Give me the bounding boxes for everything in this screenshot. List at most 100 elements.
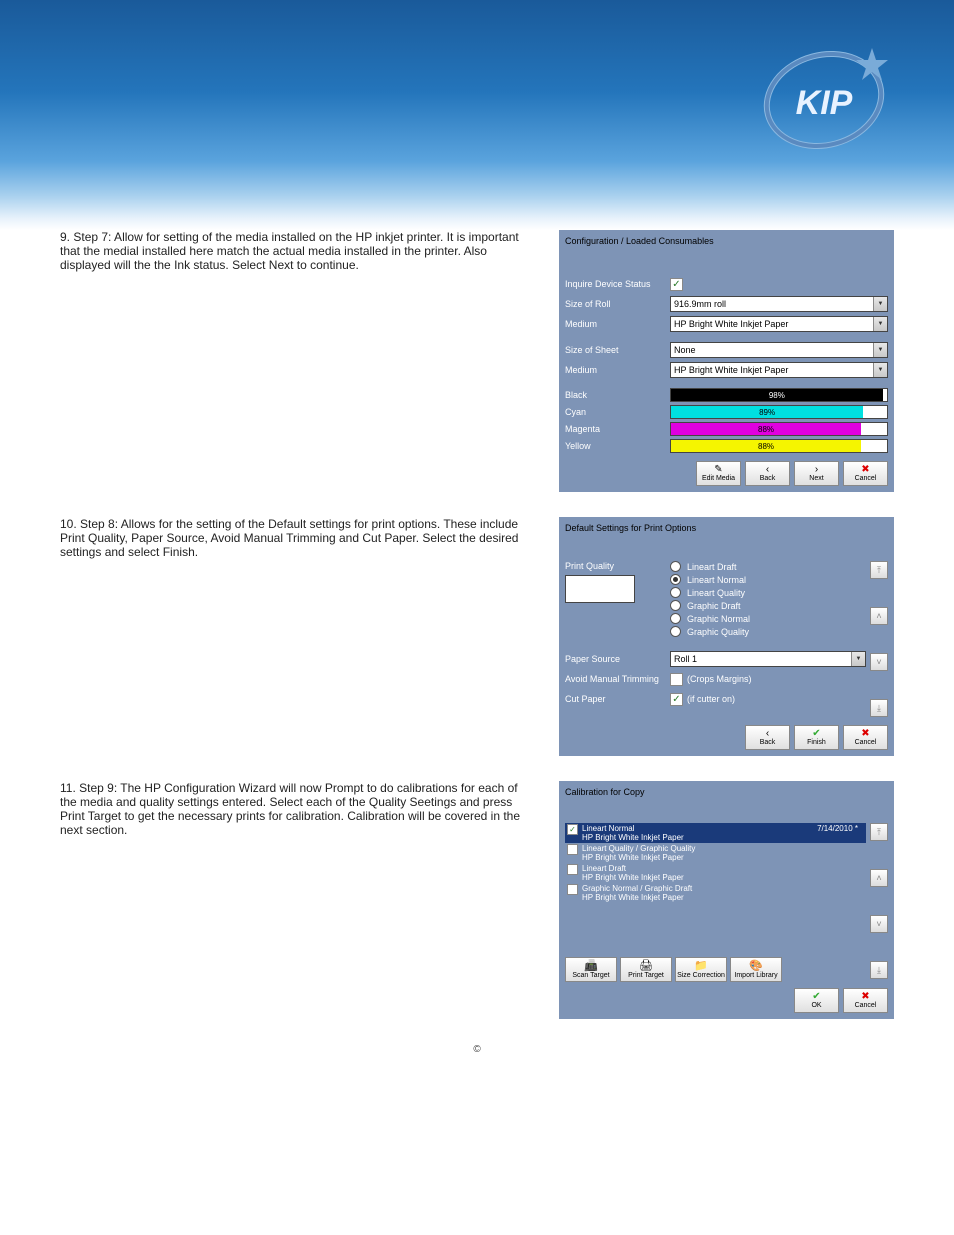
folder-icon: 📁: [694, 961, 708, 972]
avoid-trim-checkbox[interactable]: [670, 673, 683, 686]
footer-copyright: ©: [60, 1044, 894, 1055]
palette-icon: 🎨: [749, 961, 763, 972]
ink-bar: 89%: [670, 405, 888, 419]
quality-radio-row[interactable]: Lineart Quality: [670, 587, 866, 598]
cancel-button[interactable]: ✖Cancel: [843, 725, 888, 750]
avoid-trim-note: (Crops Margins): [687, 674, 752, 684]
medium2-label: Medium: [565, 365, 670, 375]
calibration-item[interactable]: Lineart DraftHP Bright White Inkjet Pape…: [565, 863, 866, 883]
radio-label: Lineart Quality: [687, 588, 745, 598]
chevron-down-icon[interactable]: [873, 317, 887, 331]
quality-radio-row[interactable]: Graphic Quality: [670, 626, 866, 637]
calibration-checkbox[interactable]: [567, 824, 578, 835]
calibration-item[interactable]: Lineart Quality / Graphic QualityHP Brig…: [565, 843, 866, 863]
cal-line2: HP Bright White Inkjet Paper: [582, 833, 684, 842]
print-target-button[interactable]: 🖨Print Target: [620, 957, 672, 982]
scanner-icon: 📠: [584, 961, 598, 972]
ink-bar: 98%: [670, 388, 888, 402]
chevron-down-icon[interactable]: [873, 297, 887, 311]
inquire-label: Inquire Device Status: [565, 279, 670, 289]
radio-label: Lineart Draft: [687, 562, 737, 572]
panel2-title: Default Settings for Print Options: [565, 523, 888, 533]
paper-source-select[interactable]: Roll 1: [670, 651, 866, 667]
calibration-item[interactable]: Graphic Normal / Graphic DraftHP Bright …: [565, 883, 866, 903]
scroll-down-button[interactable]: ˅: [870, 653, 888, 671]
calibration-checkbox[interactable]: [567, 844, 578, 855]
panel1-title: Configuration / Loaded Consumables: [565, 236, 888, 246]
scroll-bottom-button[interactable]: ⤓: [870, 699, 888, 717]
chevron-down-icon[interactable]: [873, 343, 887, 357]
radio-icon[interactable]: [670, 626, 681, 637]
radio-label: Lineart Normal: [687, 575, 746, 585]
cancel-icon: ✖: [861, 729, 869, 739]
chevron-left-icon: ‹: [766, 729, 769, 739]
chevron-down-bar-icon: ⤓: [877, 703, 881, 714]
scroll-up-button[interactable]: ˄: [870, 607, 888, 625]
medium1-select[interactable]: HP Bright White Inkjet Paper: [670, 316, 888, 332]
calibration-checkbox[interactable]: [567, 864, 578, 875]
cut-paper-note: (if cutter on): [687, 694, 735, 704]
chevron-down-icon: ˅: [876, 657, 881, 667]
check-icon: ✔: [812, 992, 820, 1002]
step-10-text: 10. Step 8: Allows for the setting of th…: [60, 517, 559, 756]
ok-button[interactable]: ✔OK: [794, 988, 839, 1013]
cal-line1: Lineart Draft: [582, 864, 684, 873]
quality-radio-row[interactable]: Graphic Normal: [670, 613, 866, 624]
scroll-down-button[interactable]: ˅: [870, 915, 888, 933]
calibration-list[interactable]: Lineart NormalHP Bright White Inkjet Pap…: [565, 823, 866, 953]
radio-icon[interactable]: [670, 574, 681, 585]
ink-label: Magenta: [565, 424, 670, 434]
calibration-checkbox[interactable]: [567, 884, 578, 895]
size-roll-select[interactable]: 916.9mm roll: [670, 296, 888, 312]
cal-line2: HP Bright White Inkjet Paper: [582, 893, 692, 902]
radio-icon[interactable]: [670, 561, 681, 572]
cancel-button[interactable]: ✖Cancel: [843, 988, 888, 1013]
radio-icon[interactable]: [670, 600, 681, 611]
inquire-checkbox[interactable]: [670, 278, 683, 291]
chevron-down-icon[interactable]: [873, 363, 887, 377]
cut-paper-label: Cut Paper: [565, 694, 670, 704]
step-11-text: 11. Step 9: The HP Configuration Wizard …: [60, 781, 559, 1019]
panel3-title: Calibration for Copy: [565, 787, 888, 797]
ink-row: Black98%: [565, 388, 888, 402]
scroll-up-button[interactable]: ˄: [870, 869, 888, 887]
chevron-up-bar-icon: ⤒: [877, 827, 881, 838]
size-roll-label: Size of Roll: [565, 299, 670, 309]
scroll-bottom-button[interactable]: ⤓: [870, 961, 888, 979]
edit-media-button[interactable]: ✎Edit Media: [696, 461, 741, 486]
cut-paper-checkbox[interactable]: [670, 693, 683, 706]
quality-radio-row[interactable]: Lineart Normal: [670, 574, 866, 585]
config-consumables-panel: Configuration / Loaded Consumables Inqui…: [559, 230, 894, 492]
scroll-top-button[interactable]: ⤒: [870, 823, 888, 841]
chevron-down-bar-icon: ⤓: [877, 965, 881, 976]
chevron-down-icon[interactable]: [851, 652, 865, 666]
radio-label: Graphic Draft: [687, 601, 741, 611]
radio-icon[interactable]: [670, 613, 681, 624]
medium2-select[interactable]: HP Bright White Inkjet Paper: [670, 362, 888, 378]
ink-label: Black: [565, 390, 670, 400]
medium1-label: Medium: [565, 319, 670, 329]
chevron-up-icon: ˄: [876, 873, 881, 883]
quality-radio-row[interactable]: Lineart Draft: [670, 561, 866, 572]
chevron-up-icon: ˄: [876, 611, 881, 621]
step-9-text: 9. Step 7: Allow for setting of the medi…: [60, 230, 559, 492]
chevron-up-bar-icon: ⤒: [877, 565, 881, 576]
ink-bar: 88%: [670, 422, 888, 436]
quality-radio-row[interactable]: Graphic Draft: [670, 600, 866, 611]
import-library-button[interactable]: 🎨Import Library: [730, 957, 782, 982]
radio-icon[interactable]: [670, 587, 681, 598]
cancel-button[interactable]: ✖Cancel: [843, 461, 888, 486]
preview-thumbnail: [565, 575, 635, 603]
back-button[interactable]: ‹Back: [745, 461, 790, 486]
next-button[interactable]: ›Next: [794, 461, 839, 486]
cancel-icon: ✖: [861, 992, 869, 1002]
scan-target-button[interactable]: 📠Scan Target: [565, 957, 617, 982]
finish-button[interactable]: ✔Finish: [794, 725, 839, 750]
scroll-top-button[interactable]: ⤒: [870, 561, 888, 579]
cal-date: 7/14/2010 *: [817, 824, 864, 833]
size-correction-button[interactable]: 📁Size Correction: [675, 957, 727, 982]
calibration-item[interactable]: Lineart NormalHP Bright White Inkjet Pap…: [565, 823, 866, 843]
size-sheet-select[interactable]: None: [670, 342, 888, 358]
size-sheet-label: Size of Sheet: [565, 345, 670, 355]
back-button[interactable]: ‹Back: [745, 725, 790, 750]
